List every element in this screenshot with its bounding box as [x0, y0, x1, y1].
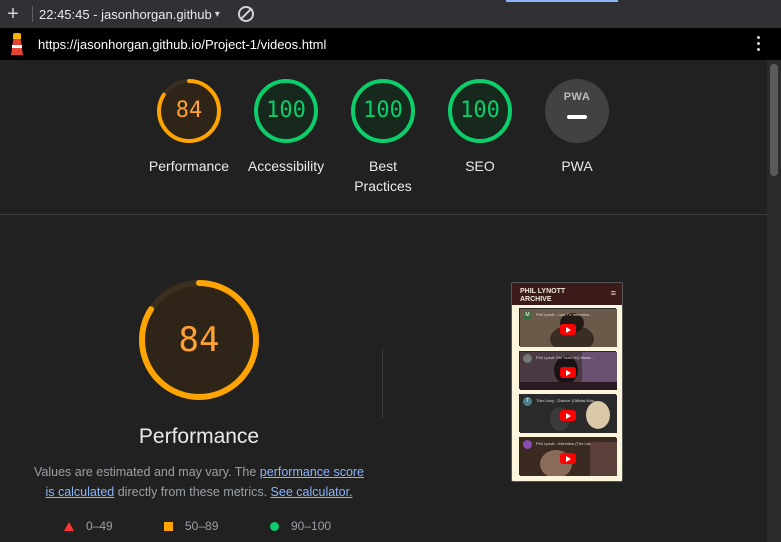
gauge-pwa[interactable]: PWA PWA	[527, 78, 627, 176]
gauge-best-practices[interactable]: 100 Best Practices	[333, 78, 433, 196]
block-icon[interactable]	[237, 6, 254, 22]
report-url[interactable]: https://jasonhorgan.github.io/Project-1/…	[38, 37, 326, 52]
gauge-label: Accessibility	[247, 158, 325, 174]
video-thumbnail: Phil Lynott - Interview (The Lat...	[519, 437, 617, 476]
performance-score-large: 84	[178, 320, 220, 360]
video-caption: Thin Lizzy - Dancin' (Official Mus...	[536, 398, 598, 403]
kebab-menu-icon[interactable]	[757, 36, 761, 54]
hamburger-icon: ≡	[610, 288, 616, 298]
video-caption: Phil Lynott - Last TV Interview...	[536, 312, 593, 317]
devtools-toolbar: + 22:45:45 - jasonhorgan.github ▾	[0, 0, 781, 28]
category-gauges: 84 Performance 100 Accessibility 100 Bes…	[140, 78, 620, 198]
gauge-label: Performance	[148, 158, 230, 174]
screenshot-title-line: ARCHIVE	[520, 296, 552, 303]
gauge-score: 100	[460, 98, 500, 123]
gauge-ring: 100	[447, 78, 513, 144]
legend-pass: 90–100	[270, 519, 331, 533]
lighthouse-icon	[0, 28, 34, 60]
legend-fail-label: 0–49	[86, 519, 113, 533]
report-url-bar: https://jasonhorgan.github.io/Project-1/…	[0, 28, 781, 60]
gauge-ring: 100	[350, 78, 416, 144]
square-icon	[164, 521, 173, 531]
performance-gauge-large: 84	[137, 278, 261, 402]
final-screenshot[interactable]: PHIL LYNOTT ARCHIVE ≡ M Phil Lynott - La…	[511, 282, 623, 482]
screenshot-title-line: PHIL LYNOTT	[520, 288, 566, 295]
gauge-label: Best Practices	[333, 156, 433, 196]
gauge-score: 100	[266, 98, 306, 123]
play-icon	[560, 453, 576, 464]
toolbar-separator	[32, 6, 33, 22]
channel-avatar	[523, 440, 532, 449]
legend-pass-label: 90–100	[291, 519, 332, 533]
channel-avatar	[523, 354, 532, 363]
video-caption: Phil Lynott Old Town HQ Music...	[536, 355, 595, 360]
score-legend: 0–49 50–89 90–100	[64, 519, 364, 537]
play-icon	[560, 367, 576, 378]
performance-score-link[interactable]: performance score	[260, 465, 364, 479]
is-calculated-link[interactable]: is calculated	[45, 485, 114, 499]
section-divider	[0, 214, 767, 215]
gauge-label-line: Practices	[354, 178, 412, 194]
performance-description: Values are estimated and may vary. The p…	[30, 462, 368, 502]
scrollbar-thumb[interactable]	[770, 64, 778, 176]
gauge-ring: 100	[253, 78, 319, 144]
desc-text: Values are estimated and may vary. The	[33, 465, 260, 479]
gauge-accessibility[interactable]: 100 Accessibility	[236, 78, 336, 176]
pwa-dash-icon	[567, 115, 587, 119]
vertical-divider	[382, 348, 383, 418]
gauge-score: 100	[363, 98, 403, 123]
performance-title: Performance	[138, 425, 260, 448]
gauge-seo[interactable]: 100 SEO	[430, 78, 530, 176]
pwa-badge-icon: PWA	[545, 79, 609, 143]
legend-fail: 0–49	[64, 519, 113, 533]
gauge-label: PWA	[561, 158, 593, 174]
triangle-icon	[64, 521, 74, 531]
legend-average: 50–89	[164, 519, 218, 533]
chevron-down-icon: ▾	[214, 8, 220, 20]
report-selector[interactable]: 22:45:45 - jasonhorgan.github ▾	[39, 7, 220, 22]
video-caption: Phil Lynott - Interview (The Lat...	[536, 441, 594, 446]
gauge-performance[interactable]: 84 Performance	[139, 78, 239, 176]
play-icon	[560, 324, 576, 335]
plus-icon[interactable]: +	[0, 0, 26, 28]
active-tab-indicator	[506, 0, 618, 2]
scrollbar[interactable]	[767, 60, 781, 542]
desc-text: directly from these metrics.	[114, 485, 271, 499]
circle-icon	[270, 521, 279, 531]
channel-avatar: T	[523, 397, 532, 406]
gauge-label-line: Best	[368, 158, 397, 174]
gauge-score: 84	[175, 98, 203, 123]
pwa-badge-text: PWA	[563, 91, 591, 103]
screenshot-header: PHIL LYNOTT ARCHIVE ≡	[512, 283, 622, 305]
video-thumbnail: Phil Lynott Old Town HQ Music...	[519, 351, 617, 390]
legend-average-label: 50–89	[185, 519, 219, 533]
channel-avatar: M	[523, 311, 532, 320]
video-thumbnail: T Thin Lizzy - Dancin' (Official Mus...	[519, 394, 617, 433]
see-calculator-link[interactable]: See calculator.	[271, 485, 353, 499]
play-icon	[560, 410, 576, 421]
gauge-label: SEO	[465, 158, 495, 174]
screenshot-site-title: PHIL LYNOTT ARCHIVE	[520, 288, 580, 304]
gauge-ring: 84	[156, 78, 222, 144]
report-selector-label: 22:45:45 - jasonhorgan.github	[39, 6, 212, 22]
video-thumbnail: M Phil Lynott - Last TV Interview...	[519, 308, 617, 347]
